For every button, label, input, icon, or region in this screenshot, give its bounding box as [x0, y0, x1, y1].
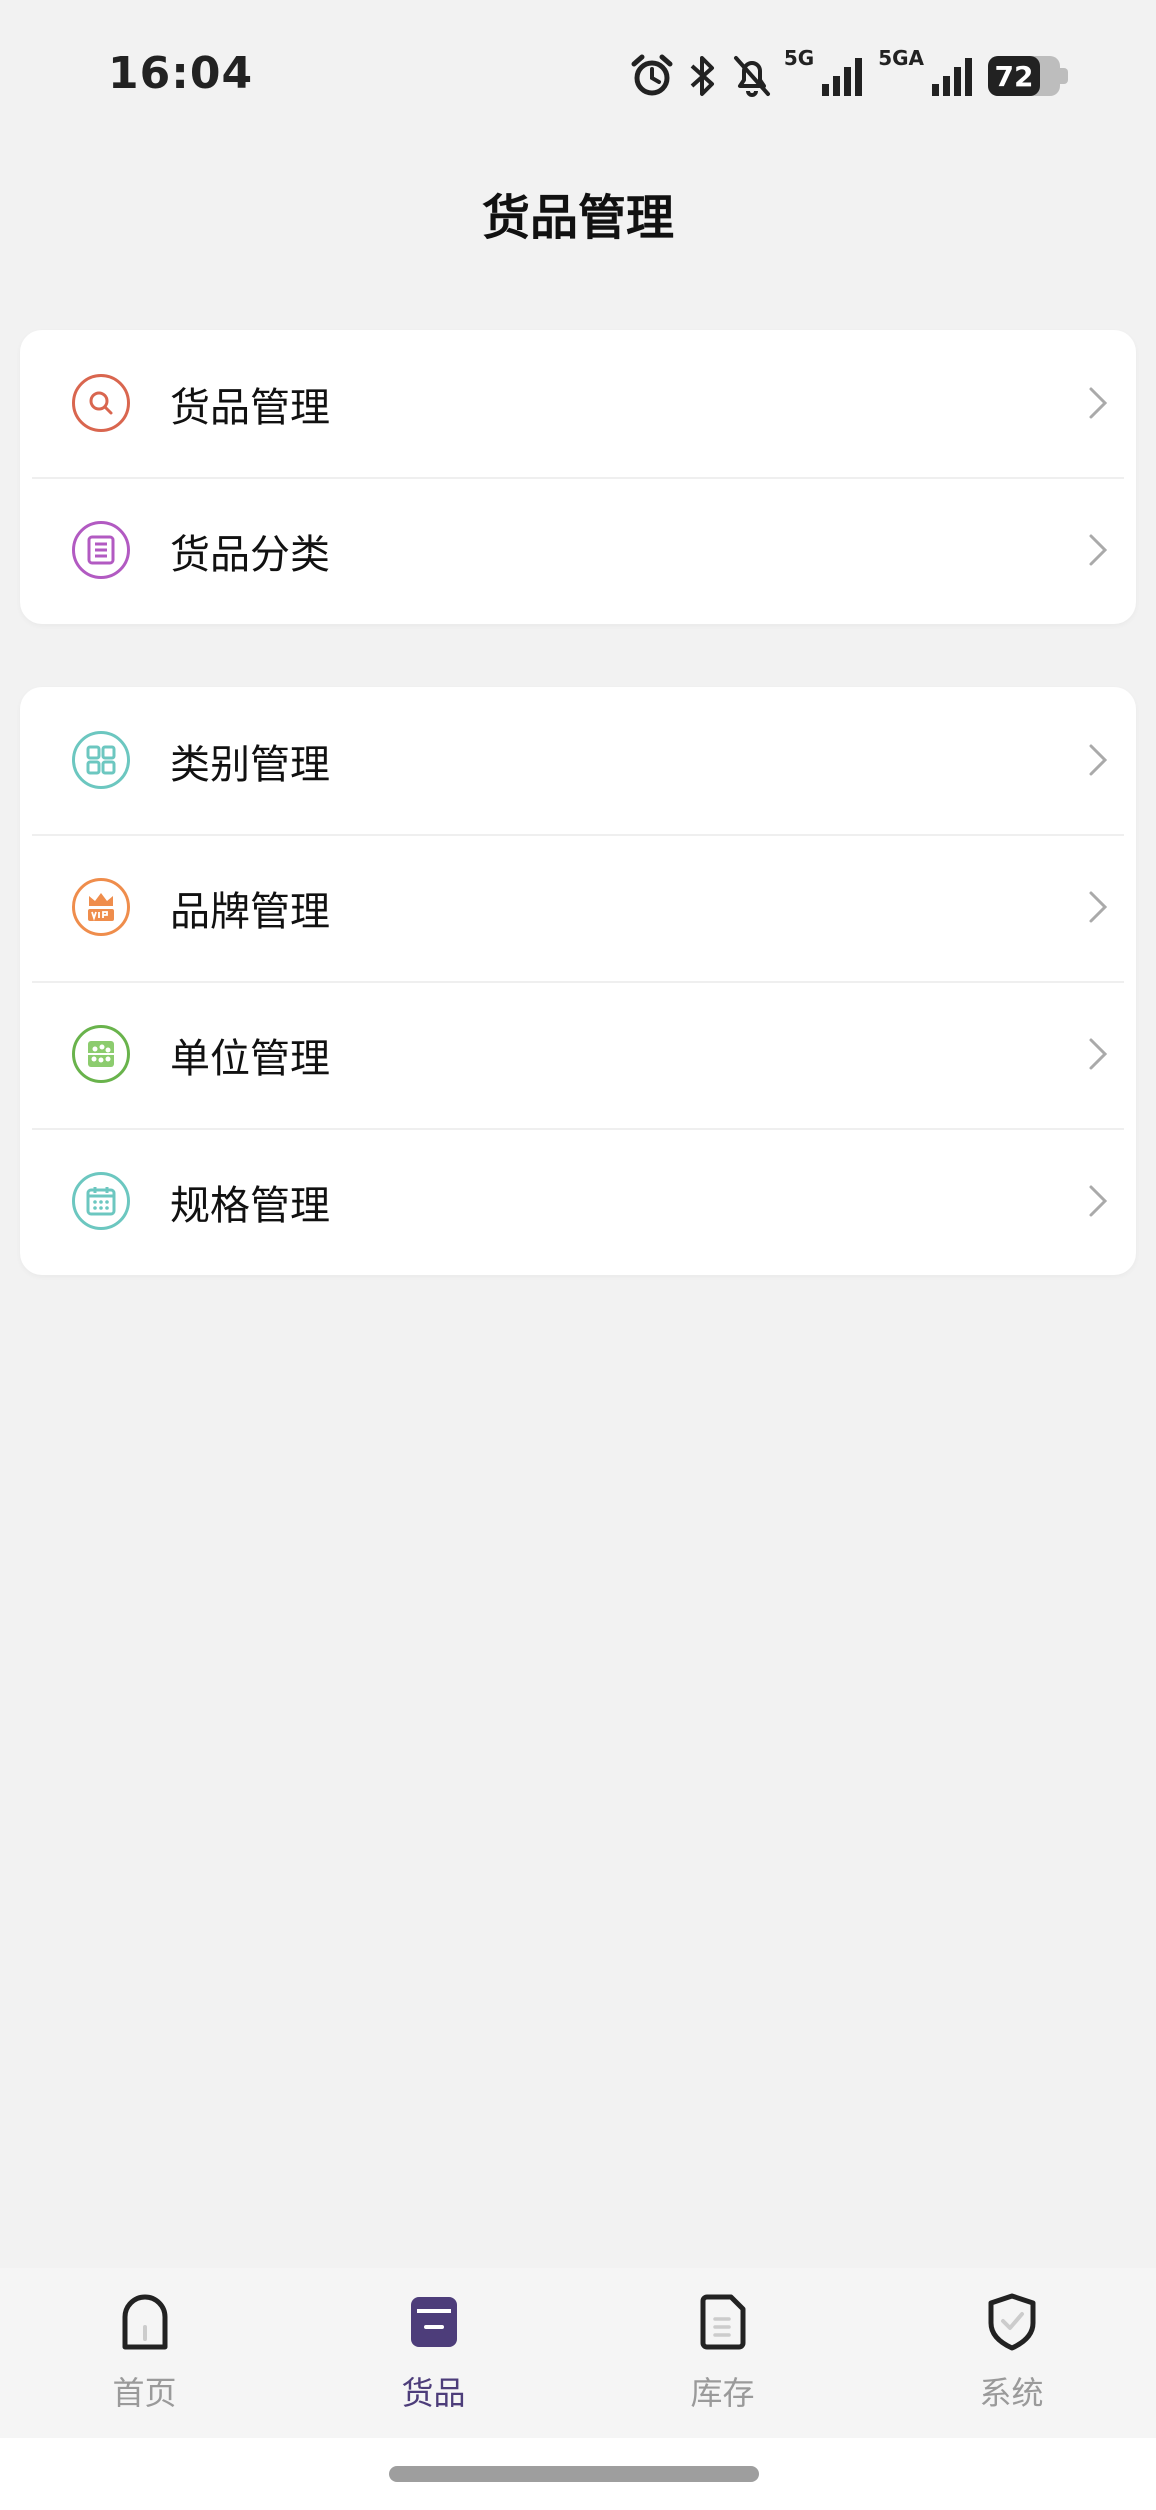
- abacus-icon: [72, 1025, 130, 1083]
- tab-inventory[interactable]: 库存: [578, 2268, 867, 2438]
- menu-item-brand-management[interactable]: 品牌管理: [20, 834, 1136, 981]
- home-icon: [121, 2284, 169, 2360]
- search-icon: [72, 374, 130, 432]
- chevron-right-icon: [1089, 744, 1108, 776]
- screen: 16:04 5G 5GA 72 货品管理 货品管理 货品分类 类别管理 品牌管理…: [0, 0, 1156, 2510]
- tab-label: 库存: [690, 2374, 755, 2412]
- inventory-icon: [699, 2284, 747, 2360]
- calendar-icon: [72, 1172, 130, 1230]
- chevron-right-icon: [1089, 1038, 1108, 1070]
- tab-label: 首页: [112, 2374, 177, 2412]
- signal-icon: [822, 58, 863, 96]
- tab-label: 系统: [979, 2374, 1044, 2412]
- menu-item-category-management[interactable]: 类别管理: [20, 687, 1136, 834]
- menu-item-spec-management[interactable]: 规格管理: [20, 1128, 1136, 1275]
- network-type-2: 5GA: [878, 46, 924, 70]
- status-time: 16:04: [108, 48, 254, 99]
- menu-item-goods-category[interactable]: 货品分类: [20, 477, 1136, 624]
- chevron-right-icon: [1089, 891, 1108, 923]
- battery-indicator: 72: [988, 56, 1068, 96]
- menu-item-label: 货品分类: [170, 531, 330, 578]
- menu-item-label: 货品管理: [170, 384, 330, 431]
- tab-goods[interactable]: 货品: [289, 2268, 578, 2438]
- page-title: 货品管理: [481, 190, 674, 246]
- menu-item-unit-management[interactable]: 单位管理: [20, 981, 1136, 1128]
- chevron-right-icon: [1089, 387, 1108, 419]
- chevron-right-icon: [1089, 534, 1108, 566]
- tab-system[interactable]: 系统: [867, 2268, 1156, 2438]
- home-indicator[interactable]: [389, 2466, 759, 2482]
- bottom-tab-bar: 首页 货品 库存 系统: [0, 2268, 1156, 2438]
- goods-icon: [409, 2284, 459, 2360]
- menu-item-label: 规格管理: [170, 1182, 330, 1229]
- tab-home[interactable]: 首页: [0, 2268, 289, 2438]
- status-bar: 16:04 5G 5GA 72: [0, 0, 1156, 150]
- vip-crown-icon: [72, 878, 130, 936]
- menu-item-label: 品牌管理: [170, 888, 330, 935]
- menu-item-label: 单位管理: [170, 1035, 330, 1082]
- chevron-right-icon: [1089, 1185, 1108, 1217]
- bluetooth-icon: [690, 56, 714, 96]
- battery-cap: [1060, 68, 1068, 84]
- menu-group-settings: 类别管理 品牌管理 单位管理 规格管理: [20, 687, 1136, 1275]
- list-icon: [72, 521, 130, 579]
- menu-item-label: 类别管理: [170, 741, 330, 788]
- tab-label: 货品: [401, 2374, 466, 2412]
- grid-icon: [72, 731, 130, 789]
- signal-icon: [932, 58, 972, 96]
- alarm-icon: [631, 54, 673, 96]
- menu-item-goods-management[interactable]: 货品管理: [20, 330, 1136, 477]
- shield-icon: [987, 2284, 1037, 2360]
- status-icons: 5G 5GA 72: [630, 46, 1068, 102]
- menu-group-goods: 货品管理 货品分类: [20, 330, 1136, 624]
- network-type-1: 5G: [783, 46, 815, 70]
- mute-bell-icon: [733, 56, 770, 97]
- battery-level: 72: [994, 59, 1034, 93]
